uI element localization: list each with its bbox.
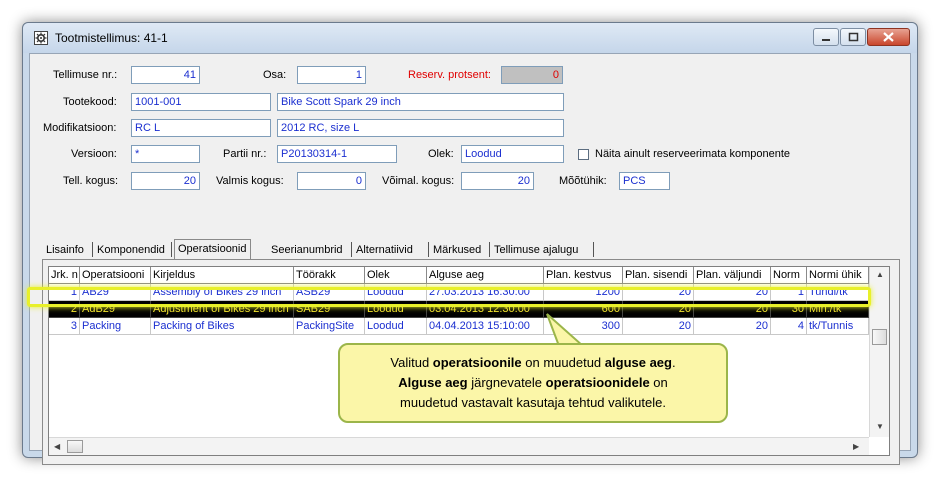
modification-name-field: 2012 RC, size L xyxy=(277,119,564,137)
batch-number-field[interactable]: P20130314-1 xyxy=(277,145,397,163)
version-label: Versioon: xyxy=(71,148,117,160)
tab-komponendid[interactable]: Komponendid xyxy=(97,241,165,259)
cell-norm: 4 xyxy=(771,318,807,335)
possible-quantity-label: Võimal. kogus: xyxy=(382,175,455,187)
tab-seerianumbrid[interactable]: Seerianumbrid xyxy=(271,241,343,259)
unreserved-only-label: Näita ainult reserveerimata komponente xyxy=(595,148,791,160)
product-code-field[interactable]: 1001-001 xyxy=(131,93,271,111)
cell-description: Packing of Bikes xyxy=(151,318,294,335)
tab-markused[interactable]: Märkused xyxy=(433,241,481,259)
column-header-plan-duration[interactable]: Plan. kestvus xyxy=(544,267,623,284)
tab-separator xyxy=(593,242,594,257)
horizontal-scroll-thumb[interactable] xyxy=(67,440,83,453)
unit-label: Mõõtühik: xyxy=(559,175,607,187)
tab-separator xyxy=(489,242,490,257)
cell-plan-output: 20 xyxy=(694,318,771,335)
cell-norm-unit: tk/Tunnis xyxy=(807,318,869,335)
callout-text: on xyxy=(649,375,668,390)
cell-operation: Packing xyxy=(80,318,151,335)
reserve-percent-field: 0 xyxy=(501,66,563,84)
column-header-plan-input[interactable]: Plan. sisendi xyxy=(623,267,694,284)
possible-quantity-field: 20 xyxy=(461,172,534,190)
tab-lisainfo[interactable]: Lisainfo xyxy=(46,241,84,259)
horizontal-scrollbar[interactable]: ◀ ▶ xyxy=(49,437,869,455)
column-header-workcell[interactable]: Töörakk xyxy=(294,267,365,284)
order-number-label: Tellimuse nr.: xyxy=(53,69,118,81)
product-code-label: Tootekood: xyxy=(63,96,117,108)
callout-bold-text: operatsioonile xyxy=(432,355,522,370)
tab-separator xyxy=(428,242,429,257)
tab-tellimuse-ajalugu[interactable]: Tellimuse ajalugu xyxy=(494,241,578,259)
table-row[interactable]: 3 Packing Packing of Bikes PackingSite L… xyxy=(49,318,869,335)
status-label: Olek: xyxy=(428,148,454,160)
callout-bold-text: alguse aeg xyxy=(604,355,672,370)
reserve-percent-label: Reserv. protsent: xyxy=(408,69,491,81)
callout-line-3: muudetud vastavalt kasutaja tehtud valik… xyxy=(400,395,666,410)
callout-bold-text: operatsioonidele xyxy=(545,375,650,390)
minimize-button[interactable] xyxy=(813,28,839,46)
column-header-start-time[interactable]: Alguse aeg xyxy=(427,267,544,284)
batch-number-label: Partii nr.: xyxy=(223,148,267,160)
column-header-status[interactable]: Olek xyxy=(365,267,427,284)
callout-bold-text: Alguse aeg xyxy=(398,375,468,390)
explanation-callout: Valitud operatsioonile on muudetud algus… xyxy=(338,343,728,423)
callout-text: . xyxy=(671,355,676,370)
column-header-description[interactable]: Kirjeldus xyxy=(151,267,294,284)
callout-line-2: Alguse aeg järgnevatele operatsioonidele… xyxy=(340,373,726,393)
callout-line-1: Valitud operatsioonile on muudetud algus… xyxy=(340,353,726,373)
scroll-down-icon[interactable]: ▼ xyxy=(876,422,884,431)
close-button[interactable] xyxy=(867,28,910,46)
ordered-quantity-field[interactable]: 20 xyxy=(131,172,200,190)
column-header-operation[interactable]: Operatsiooni xyxy=(80,267,151,284)
modification-field[interactable]: RC L xyxy=(131,119,271,137)
version-field[interactable]: * xyxy=(131,145,200,163)
modification-label: Modifikatsioon: xyxy=(43,122,117,134)
finished-quantity-field: 0 xyxy=(297,172,366,190)
ordered-quantity-label: Tell. kogus: xyxy=(63,175,119,187)
column-header-seq[interactable]: Jrk. n xyxy=(49,267,80,284)
cell-workcell: PackingSite xyxy=(294,318,365,335)
tab-separator xyxy=(171,242,172,257)
part-label: Osa: xyxy=(263,69,287,81)
unreserved-only-checkbox[interactable] xyxy=(578,149,589,160)
tab-alternatiivid[interactable]: Alternatiivid xyxy=(356,241,413,259)
maximize-icon xyxy=(848,32,859,42)
vertical-scrollbar[interactable]: ▲ ▼ xyxy=(869,267,889,437)
column-header-norm[interactable]: Norm xyxy=(771,267,807,284)
unit-field[interactable]: PCS xyxy=(619,172,670,190)
tab-separator xyxy=(92,242,93,257)
minimize-icon xyxy=(822,39,830,41)
cell-seq: 3 xyxy=(49,318,80,335)
callout-text: järgnevatele xyxy=(467,375,546,390)
callout-pointer xyxy=(546,313,585,347)
tab-operatsioonid[interactable]: Operatsioonid xyxy=(174,239,251,259)
scroll-left-icon[interactable]: ◀ xyxy=(54,442,60,451)
product-name-field: Bike Scott Spark 29 inch xyxy=(277,93,564,111)
window-title: Tootmistellimus: 41-1 xyxy=(55,31,168,45)
close-icon xyxy=(883,32,894,42)
part-field[interactable]: 1 xyxy=(297,66,366,84)
callout-text: on muudetud xyxy=(521,355,605,370)
app-gear-icon xyxy=(34,31,48,45)
status-field: Loodud xyxy=(461,145,564,163)
cell-plan-input: 20 xyxy=(623,318,694,335)
callout-text: Valitud xyxy=(390,355,433,370)
finished-quantity-label: Valmis kogus: xyxy=(216,175,284,187)
maximize-button[interactable] xyxy=(840,28,866,46)
cell-start-time: 04.04.2013 15:10:00 xyxy=(427,318,544,335)
order-number-field[interactable]: 41 xyxy=(131,66,200,84)
column-header-norm-unit[interactable]: Normi ühik xyxy=(807,267,869,284)
scroll-up-icon[interactable]: ▲ xyxy=(876,270,884,279)
title-bar[interactable]: Tootmistellimus: 41-1 xyxy=(23,23,917,53)
tab-separator xyxy=(351,242,352,257)
vertical-scroll-thumb[interactable] xyxy=(872,329,887,345)
cell-status: Loodud xyxy=(365,318,427,335)
selected-row-highlight xyxy=(27,287,871,307)
column-header-plan-output[interactable]: Plan. väljundi xyxy=(694,267,771,284)
scroll-right-icon[interactable]: ▶ xyxy=(853,442,859,451)
